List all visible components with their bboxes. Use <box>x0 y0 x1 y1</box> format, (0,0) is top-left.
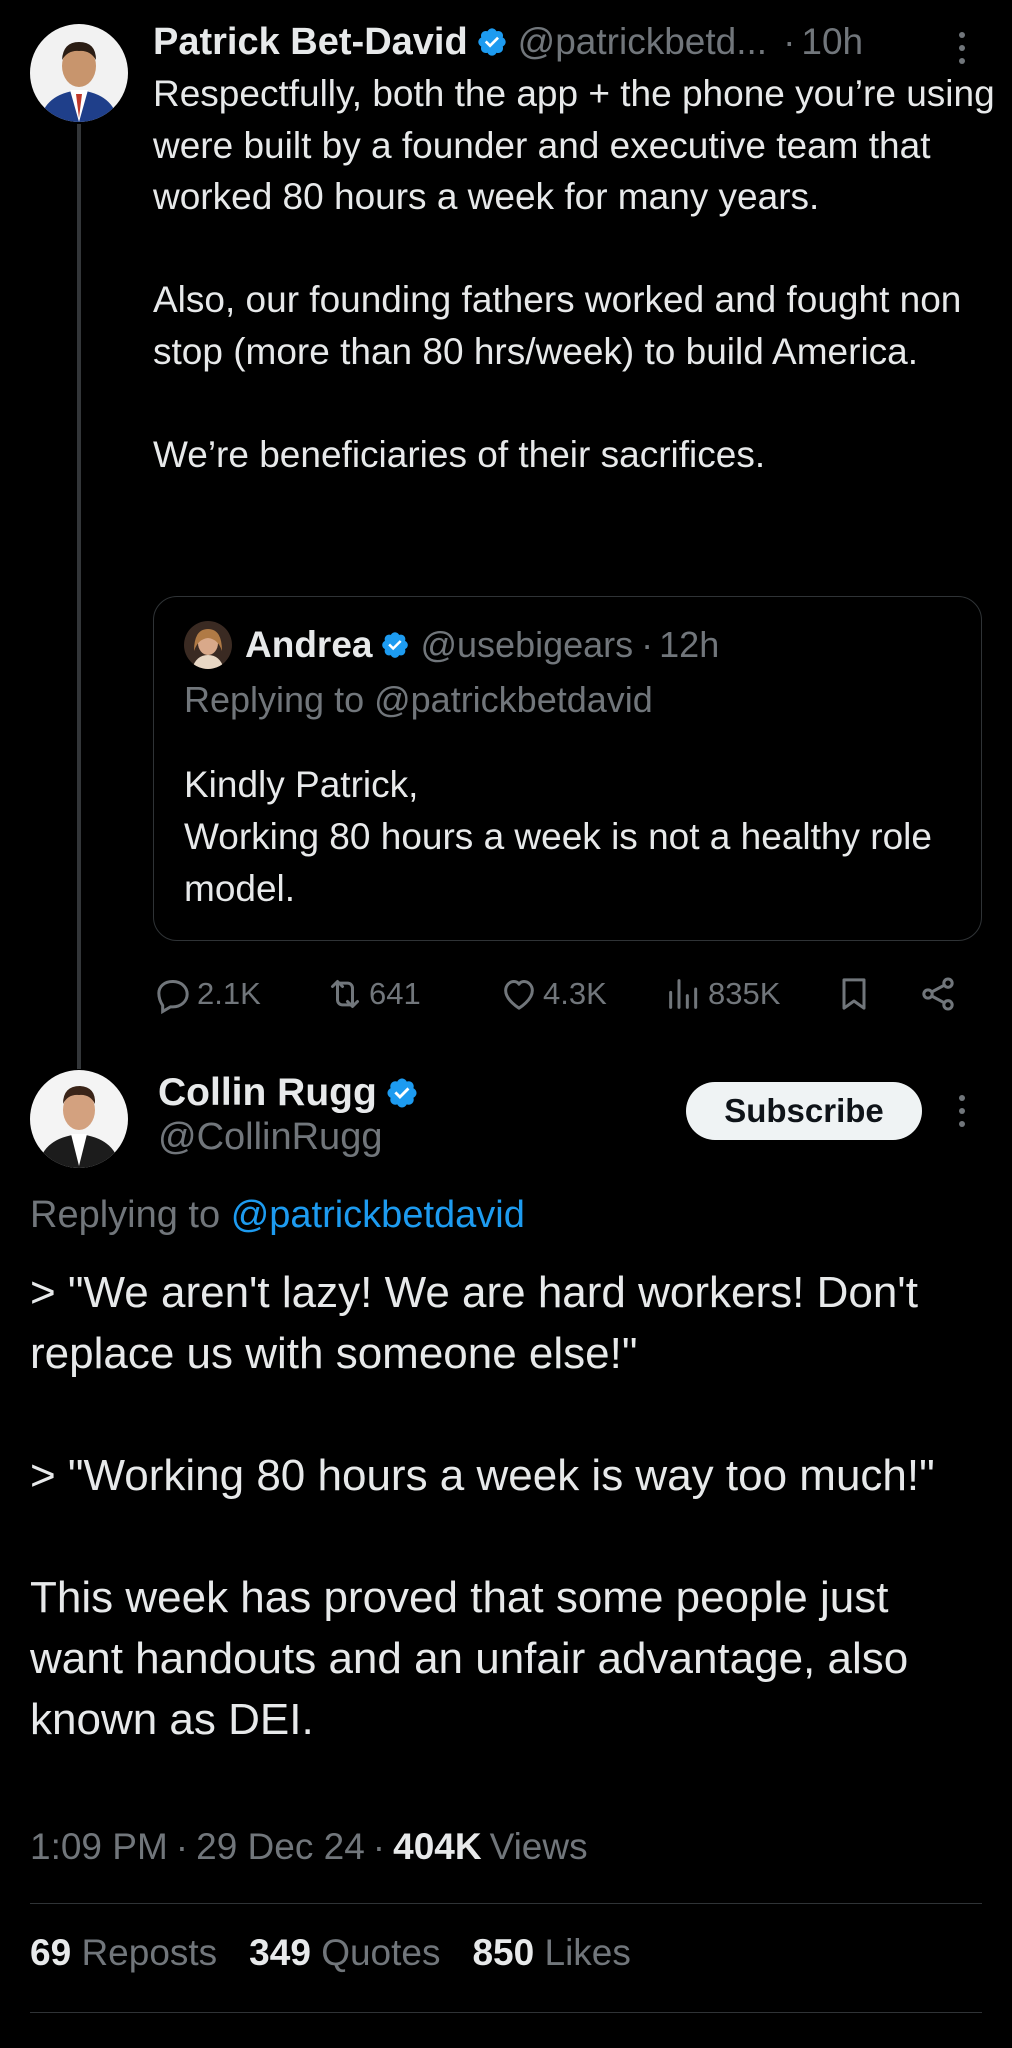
quoted-tweet-text: Kindly Patrick, Working 80 hours a week … <box>184 759 964 915</box>
tweet-time[interactable]: 10h <box>801 21 863 63</box>
parent-tweet-text: Respectfully, both the app + the phone y… <box>153 68 998 480</box>
divider <box>30 1903 982 1904</box>
like-count: 4.3K <box>543 976 607 1011</box>
text-line: Working 80 hours a week is not a healthy… <box>184 816 932 909</box>
author-handle[interactable]: @patrickbetd... <box>518 21 767 63</box>
text-paragraph <box>153 223 998 275</box>
views-button[interactable]: 835K <box>664 966 780 1022</box>
text-paragraph: Also, our founding fathers worked and fo… <box>153 279 962 372</box>
reply-button[interactable]: 2.1K <box>153 966 261 1022</box>
author-handle[interactable]: @CollinRugg <box>158 1116 382 1159</box>
quotes-count: 349 <box>249 1932 311 1973</box>
parent-tweet-header: Patrick Bet-David @patrickbetd... · 10h <box>153 14 993 70</box>
reply-icon <box>153 974 193 1014</box>
tweet-date[interactable]: 29 Dec 24 <box>196 1826 365 1868</box>
bookmark-icon <box>834 974 874 1014</box>
subscribe-button[interactable]: Subscribe <box>686 1082 922 1140</box>
tweet-meta: 1:09 PM · 29 Dec 24 · 404K Views <box>30 1826 588 1868</box>
quoted-tweet[interactable]: Andrea @usebigears · 12h Replying to @pa… <box>153 596 982 941</box>
main-author-name-row: Collin Rugg <box>158 1068 419 1118</box>
text-paragraph: This week has proved that some people ju… <box>30 1573 909 1744</box>
reply-count: 2.1K <box>197 976 261 1011</box>
likes-count: 850 <box>472 1932 535 1973</box>
tweet-stats: 69 Reposts 349 Quotes 850 Likes <box>30 1932 663 1974</box>
repost-button[interactable]: 641 <box>325 966 421 1022</box>
quotes-label: Quotes <box>321 1932 441 1973</box>
repost-icon <box>325 974 365 1014</box>
patrick-avatar[interactable] <box>30 24 128 122</box>
separator-dot: · <box>175 1826 189 1867</box>
main-tweet-text: > "We aren't lazy! We are hard workers! … <box>30 1262 990 1750</box>
author-name[interactable]: Patrick Bet-David <box>153 21 468 64</box>
text-paragraph: We’re beneficiaries of their sacrifices. <box>153 433 766 475</box>
reposts-label: Reposts <box>81 1932 218 1973</box>
text-paragraph: > "We aren't lazy! We are hard workers! … <box>30 1268 918 1378</box>
text-paragraph <box>30 1384 990 1445</box>
text-paragraph <box>153 377 998 429</box>
separator-dot: · <box>783 21 796 62</box>
reposts-count: 69 <box>30 1932 72 1973</box>
views-icon <box>664 974 704 1014</box>
share-button[interactable] <box>918 966 958 1022</box>
more-icon[interactable] <box>949 28 975 68</box>
text-paragraph: > "Working 80 hours a week is way too mu… <box>30 1451 935 1500</box>
tweet-time[interactable]: 1:09 PM <box>30 1826 168 1868</box>
quoted-replying-to: Replying to @patrickbetdavid <box>184 679 653 720</box>
quoted-author-handle: @usebigears <box>420 624 634 665</box>
divider <box>30 2012 982 2013</box>
like-button[interactable]: 4.3K <box>499 966 607 1022</box>
thread-line <box>77 124 81 1069</box>
likes-stat[interactable]: 850 Likes <box>472 1932 630 1974</box>
author-name[interactable]: Collin Rugg <box>158 1071 377 1115</box>
views-label: Views <box>489 1826 588 1867</box>
parent-tweet[interactable]: Patrick Bet-David @patrickbetd... · 10h … <box>0 0 1012 1070</box>
reposts-stat[interactable]: 69 Reposts <box>30 1932 217 1974</box>
quoted-tweet-header: Andrea @usebigears · 12h <box>245 615 719 675</box>
more-icon[interactable] <box>949 1091 975 1131</box>
separator-dot: · <box>641 624 654 665</box>
like-icon <box>499 974 539 1014</box>
repost-count: 641 <box>369 976 421 1011</box>
separator-dot: · <box>372 1826 386 1867</box>
replying-handle-link[interactable]: @patrickbetdavid <box>231 1194 525 1236</box>
bookmark-button[interactable] <box>834 966 874 1022</box>
likes-label: Likes <box>544 1932 631 1973</box>
tweet-actions: 2.1K 641 4.3K 835K <box>153 966 973 1022</box>
quoted-tweet-time: 12h <box>659 624 720 665</box>
quoted-author-name: Andrea <box>245 624 373 665</box>
andrea-avatar <box>184 621 232 669</box>
quotes-stat[interactable]: 349 Quotes <box>249 1932 440 1974</box>
replying-prefix: Replying to <box>30 1194 221 1236</box>
verified-badge-icon <box>476 26 508 58</box>
text-paragraph <box>30 1506 990 1567</box>
text-paragraph: Respectfully, both the app + the phone y… <box>153 73 995 217</box>
share-icon <box>918 974 958 1014</box>
verified-badge-icon <box>385 1076 419 1110</box>
replying-to: Replying to @patrickbetdavid <box>30 1194 525 1237</box>
views-count: 835K <box>708 976 781 1011</box>
verified-badge-icon <box>380 630 410 660</box>
views-count: 404K <box>393 1826 482 1867</box>
text-line: Kindly Patrick, <box>184 764 419 805</box>
collin-avatar[interactable] <box>30 1070 128 1168</box>
